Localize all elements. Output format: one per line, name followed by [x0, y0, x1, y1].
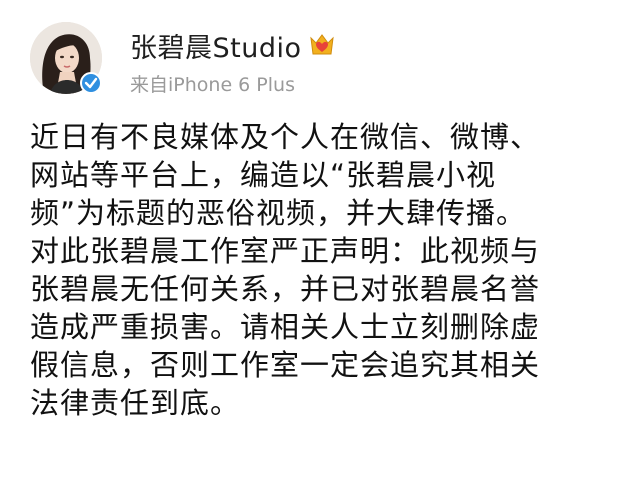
body-line: 造成严重损害。请相关人士立刻删除虚 [30, 310, 541, 344]
verified-check-icon [80, 72, 102, 94]
body-line: 法律责任到底。 [30, 386, 241, 420]
body-line: 张碧晨无任何关系，并已对张碧晨名誉 [30, 272, 541, 306]
author-row: 张碧晨Studio [130, 26, 336, 64]
post-source: 来自iPhone 6 Plus [130, 74, 295, 96]
weibo-post: 张碧晨Studio 来自iPhone 6 Plus 近日有不良媒体及个人在微信、… [0, 0, 640, 482]
author-name[interactable]: 张碧晨Studio [130, 26, 302, 65]
post-header: 张碧晨Studio 来自iPhone 6 Plus [30, 22, 610, 100]
body-line: 假信息，否则工作室一定会追究其相关 [30, 348, 541, 382]
post-body: 近日有不良媒体及个人在微信、微博、 网站等平台上，编造以“张碧晨小视 频”为标题… [30, 118, 615, 422]
body-line: 对此张碧晨工作室严正声明：此视频与 [30, 234, 541, 268]
crown-heart-icon[interactable] [308, 32, 336, 58]
body-line: 网站等平台上，编造以“张碧晨小视 [30, 158, 497, 192]
body-line: 近日有不良媒体及个人在微信、微博、 [30, 120, 541, 154]
body-line: 频”为标题的恶俗视频，并大肆传播。 [30, 196, 527, 230]
